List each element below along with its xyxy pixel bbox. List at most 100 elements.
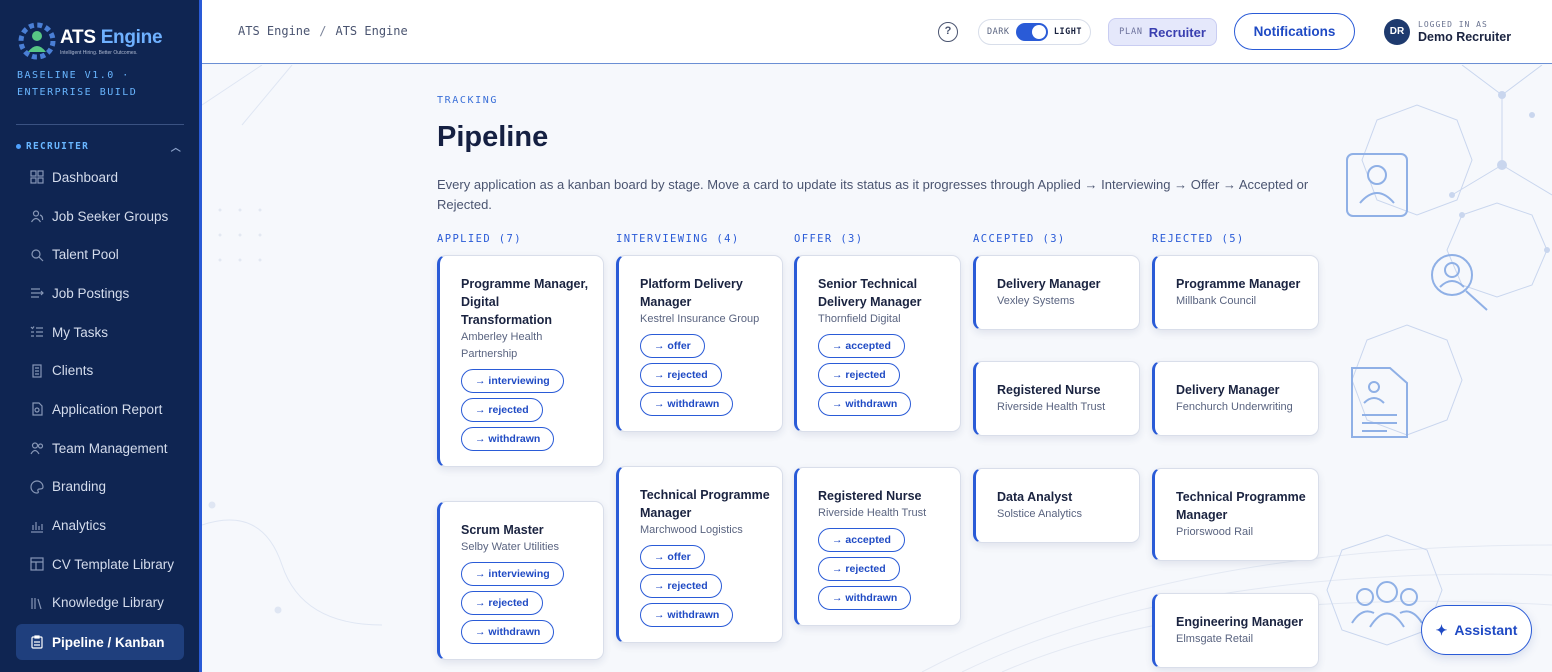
kanban-card[interactable]: Registered Nurse Riverside Health Trust → … <box>794 467 961 626</box>
notifications-button[interactable]: Notifications <box>1234 13 1355 50</box>
sidebar-item-talent-pool[interactable]: Talent Pool <box>16 235 184 274</box>
gear-person-logo-icon <box>18 22 56 60</box>
kanban-card[interactable]: Programme Manager, Digital Transformatio… <box>437 255 604 467</box>
kanban-card[interactable]: Engineering Manager Elmsgate Retail <box>1152 593 1319 668</box>
users-icon <box>30 210 44 223</box>
move-card-button[interactable]: → withdrawn <box>461 427 555 451</box>
move-card-button[interactable]: → rejected <box>461 398 543 422</box>
team-icon <box>30 442 44 455</box>
sidebar-item-label: Job Postings <box>52 285 130 301</box>
tasks-icon <box>30 326 43 337</box>
theme-toggle[interactable]: DARK LIGHT <box>978 19 1091 45</box>
sidebar-item-job-postings[interactable]: Job Postings <box>16 274 184 313</box>
sidebar-item-analytics[interactable]: Analytics <box>16 506 184 545</box>
user-menu[interactable]: DR LOGGED IN AS Demo Recruiter <box>1384 19 1511 45</box>
sidebar-item-application-report[interactable]: Application Report <box>16 390 184 429</box>
sidebar-item-label: Team Management <box>52 440 168 456</box>
card-company: Millbank Council <box>1176 295 1257 307</box>
card-company: Solstice Analytics <box>997 508 1082 520</box>
move-card-button[interactable]: → rejected <box>461 591 543 615</box>
card-role: Engineering Manager <box>1176 615 1304 629</box>
page-title: Pipeline <box>437 121 549 153</box>
move-card-button[interactable]: → rejected <box>640 363 722 387</box>
brand-name: ATS Engine <box>60 26 163 48</box>
library-icon <box>31 597 42 610</box>
card-role: Delivery Manager <box>1176 383 1280 397</box>
sidebar-item-cv-template-library[interactable]: CV Template Library <box>16 545 184 584</box>
sidebar-item-label: Analytics <box>52 518 107 534</box>
sidebar-item-label: Clients <box>52 363 94 379</box>
kanban-card[interactable]: Programme Manager Millbank Council <box>1152 255 1319 330</box>
card-company: Marchwood Logistics <box>640 524 743 536</box>
sidebar-item-clients[interactable]: Clients <box>16 351 184 390</box>
sidebar-item-my-tasks[interactable]: My Tasks <box>16 313 184 352</box>
kanban-card[interactable]: Data Analyst Solstice Analytics <box>973 468 1140 543</box>
move-card-button[interactable]: → rejected <box>818 557 900 581</box>
breadcrumb-item[interactable]: ATS Engine <box>238 24 310 38</box>
section-dot-icon <box>16 144 21 149</box>
sidebar-item-label: Pipeline / Kanban <box>52 634 165 650</box>
card-company: Riverside Health Trust <box>818 507 927 519</box>
assistant-button[interactable]: ✦ Assistant <box>1421 605 1532 655</box>
column-header: OFFER (3) <box>794 233 864 245</box>
card-company: Priorswood Rail <box>1176 526 1254 538</box>
move-card-button[interactable]: → accepted <box>818 334 905 358</box>
card-role: Data Analyst <box>997 490 1073 504</box>
sidebar-item-pipeline-kanban[interactable]: Pipeline / Kanban <box>16 624 184 661</box>
card-role: Programme Manager, Digital Transformatio… <box>461 277 589 327</box>
sidebar: ATS Engine Intelligent Hiring. Better Ou… <box>0 0 202 672</box>
kanban-card[interactable]: Platform Delivery Manager Kestrel Insuran… <box>616 255 783 432</box>
card-company: Amberley Health Partnership <box>461 331 543 360</box>
move-card-button[interactable]: → withdrawn <box>640 392 734 416</box>
kanban-card[interactable]: Registered Nurse Riverside Health Trust <box>973 361 1140 436</box>
move-card-button[interactable]: → offer <box>640 545 705 569</box>
column-header: APPLIED (7) <box>437 233 522 245</box>
toggle-switch[interactable] <box>1016 23 1048 41</box>
card-role: Registered Nurse <box>997 383 1101 397</box>
top-bar: ATS Engine / ATS Engine ? DARK LIGHT PLAN … <box>202 0 1552 64</box>
card-company: Kestrel Insurance Group <box>640 313 760 325</box>
move-card-button[interactable]: → withdrawn <box>818 392 912 416</box>
card-role: Technical Programme Manager <box>640 488 770 520</box>
sidebar-item-label: Branding <box>52 479 107 495</box>
section-header-recruiter[interactable]: RECRUITER ︿ <box>16 139 184 154</box>
sidebar-nav: Dashboard Job Seeker Groups Talent Pool Job… <box>16 158 184 661</box>
move-card-button[interactable]: → interviewing <box>461 369 564 393</box>
kanban-card[interactable]: Scrum Master Selby Water Utilities → inter… <box>437 501 604 660</box>
sidebar-item-label: Knowledge Library <box>52 595 164 611</box>
logged-in-label: LOGGED IN AS <box>1418 20 1488 29</box>
plan-badge[interactable]: PLAN Recruiter <box>1108 18 1217 46</box>
kanban-card[interactable]: Technical Programme Manager Marchwood Log… <box>616 466 783 643</box>
move-card-button[interactable]: → offer <box>640 334 705 358</box>
move-card-button[interactable]: → accepted <box>818 528 905 552</box>
move-card-button[interactable]: → withdrawn <box>461 620 555 644</box>
sidebar-item-dashboard[interactable]: Dashboard <box>16 158 184 197</box>
card-company: Vexley Systems <box>997 295 1075 307</box>
kanban-card[interactable]: Technical Programme Manager Priorswood Ra… <box>1152 468 1319 561</box>
card-role: Programme Manager <box>1176 277 1301 291</box>
help-icon[interactable]: ? <box>938 22 958 42</box>
column-header: ACCEPTED (3) <box>973 233 1066 245</box>
kanban-card[interactable]: Delivery Manager Vexley Systems <box>973 255 1140 330</box>
sidebar-item-label: Dashboard <box>52 169 119 185</box>
move-card-button[interactable]: → withdrawn <box>640 603 734 627</box>
sidebar-item-team-management[interactable]: Team Management <box>16 429 184 468</box>
column-header: REJECTED (5) <box>1152 233 1245 245</box>
move-card-button[interactable]: → interviewing <box>461 562 564 586</box>
user-name: Demo Recruiter <box>1418 30 1512 44</box>
avatar: DR <box>1384 19 1410 45</box>
sidebar-item-knowledge-library[interactable]: Knowledge Library <box>16 584 184 623</box>
kanban-card[interactable]: Delivery Manager Fenchurch Underwriting <box>1152 361 1319 436</box>
brand-logo-block[interactable]: ATS Engine Intelligent Hiring. Better Ou… <box>16 20 163 62</box>
template-icon <box>30 557 44 571</box>
kanban-card[interactable]: Senior Technical Delivery Manager Thornfi… <box>794 255 961 432</box>
move-card-button[interactable]: → rejected <box>640 574 722 598</box>
move-card-button[interactable]: → withdrawn <box>818 586 912 610</box>
sidebar-item-job-seeker-groups[interactable]: Job Seeker Groups <box>16 197 184 236</box>
chevron-up-icon: ︿ <box>170 143 182 154</box>
move-card-button[interactable]: → rejected <box>818 363 900 387</box>
card-company: Fenchurch Underwriting <box>1176 401 1293 413</box>
brand-tagline: Intelligent Hiring. Better Outcomes. <box>60 49 138 56</box>
sidebar-item-branding[interactable]: Branding <box>16 468 184 507</box>
card-company: Thornfield Digital <box>818 313 901 325</box>
